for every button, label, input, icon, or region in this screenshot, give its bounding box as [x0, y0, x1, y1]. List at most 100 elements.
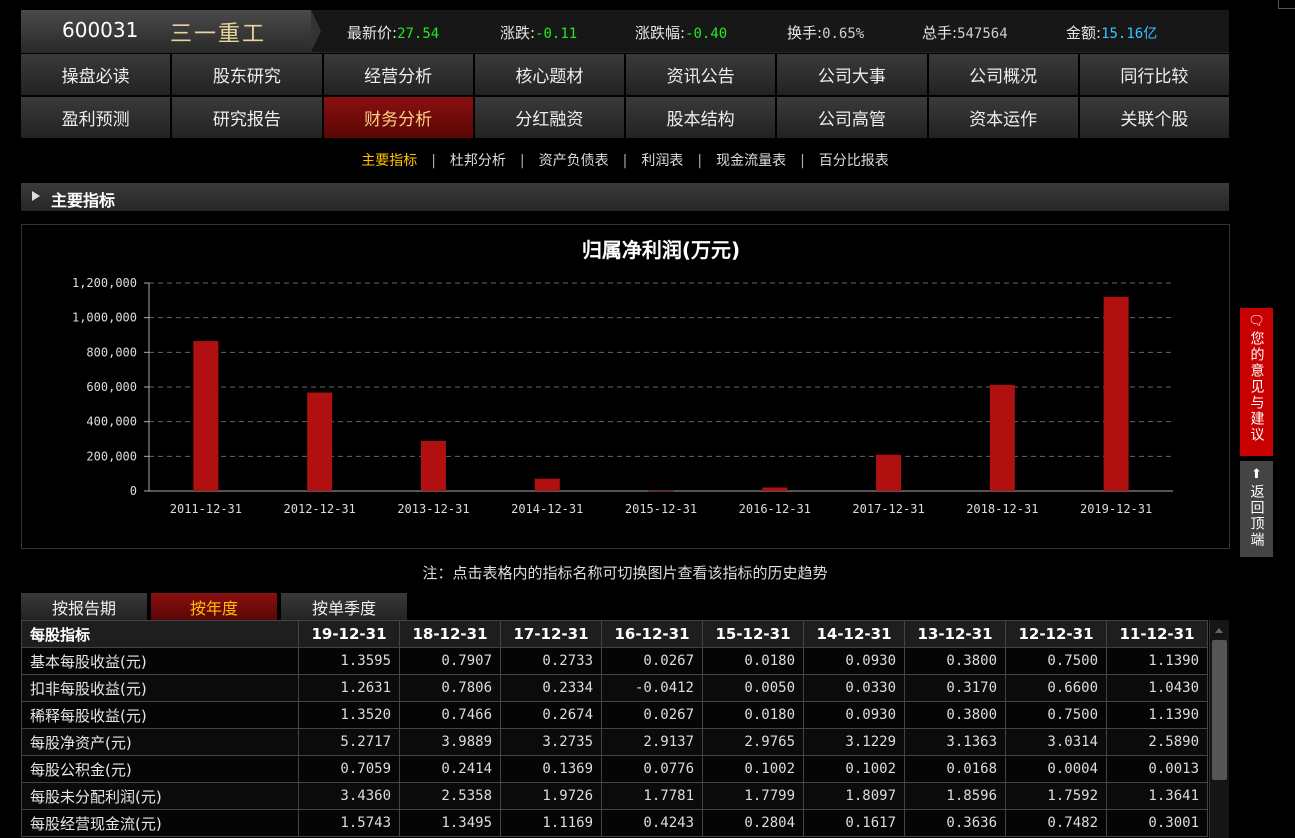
nav-tab[interactable]: 关联个股: [1079, 97, 1229, 138]
metric-value: 0.3001: [1106, 809, 1208, 837]
metric-value: 0.7907: [399, 647, 501, 675]
section-title: 主要指标: [51, 191, 116, 210]
bar[interactable]: [534, 478, 560, 491]
metric-value: 2.9765: [702, 728, 804, 756]
metric-value: 2.5358: [399, 782, 501, 810]
period-tab[interactable]: 按单季度: [281, 593, 407, 620]
tab-separator: |: [800, 153, 805, 169]
metric-value: 1.3595: [298, 647, 400, 675]
bar[interactable]: [420, 440, 446, 491]
metric-value: 3.9889: [399, 728, 501, 756]
nav-tab[interactable]: 公司大事: [777, 54, 927, 95]
y-tick-label: 1,200,000: [72, 276, 137, 290]
tab-separator: |: [519, 153, 525, 169]
sub-tab[interactable]: 资产负债表: [539, 153, 609, 169]
nav-tab[interactable]: 资本运作: [928, 97, 1078, 138]
nav-tab[interactable]: 公司高管: [777, 97, 927, 138]
metric-value: 1.2631: [298, 674, 400, 702]
metric-name[interactable]: 每股经营现金流(元): [21, 809, 299, 837]
column-header: 12-12-31: [1005, 620, 1107, 648]
chart-note: 注：点击表格内的指标名称可切换图片查看该指标的历史趋势: [422, 564, 828, 582]
sub-tab[interactable]: 主要指标: [361, 153, 417, 169]
bar[interactable]: [876, 454, 902, 491]
back-to-top-label: 返回顶端: [1248, 484, 1265, 548]
nav-tab[interactable]: 资讯公告: [626, 54, 776, 95]
nav-tab[interactable]: 盈利预测: [21, 97, 171, 138]
quote-value: 0.65%: [822, 26, 865, 42]
bar[interactable]: [193, 341, 219, 491]
sub-tab[interactable]: 杜邦分析: [450, 153, 506, 169]
table-scrollbar[interactable]: [1209, 620, 1229, 838]
x-tick-label: 2012-12-31: [284, 502, 356, 516]
metric-value: 1.1390: [1106, 701, 1208, 729]
nav-tab[interactable]: 经营分析: [323, 54, 473, 95]
bar[interactable]: [307, 392, 333, 491]
bar[interactable]: [1103, 296, 1129, 491]
metric-value: 0.0180: [702, 647, 804, 675]
chart-title: 归属净利润(万元): [582, 238, 740, 262]
metric-value: 1.3495: [399, 809, 501, 837]
table-row: 每股净资产(元) 5.2717 3.9889 3.2735 2.9137 2.9765 3.…: [21, 728, 1208, 756]
table-row: 扣非每股收益(元) 1.2631 0.7806 0.2334 -0.0412 0.0050…: [21, 674, 1208, 702]
metric-name[interactable]: 每股净资产(元): [21, 728, 299, 756]
metric-name[interactable]: 扣非每股收益(元): [21, 674, 299, 702]
net-profit-chart: 归属净利润(万元) 1,200,000 1,000,000 800,000 600,00…: [72, 238, 1173, 516]
metric-value: 0.0330: [803, 674, 905, 702]
metric-value: 0.3800: [904, 701, 1006, 729]
nav-tab[interactable]: 研究报告: [172, 97, 322, 138]
feedback-button[interactable]: 🗨 您的意见与建议: [1240, 308, 1273, 456]
metric-value: 1.8097: [803, 782, 905, 810]
section-header[interactable]: 主要指标: [21, 183, 1229, 211]
table-row: 每股未分配利润(元) 3.4360 2.5358 1.9726 1.7781 1.7799…: [21, 782, 1208, 810]
chart-container: 归属净利润(万元) 1,200,000 1,000,000 800,000 600,00…: [21, 224, 1230, 549]
metric-value: 0.0180: [702, 701, 804, 729]
metric-name[interactable]: 每股未分配利润(元): [21, 782, 299, 810]
x-tick-label: 2013-12-31: [397, 502, 469, 516]
metric-value: 0.0004: [1005, 755, 1107, 783]
nav-tab[interactable]: 财务分析: [323, 97, 473, 138]
metric-value: 1.1390: [1106, 647, 1208, 675]
y-tick-label: 1,000,000: [72, 311, 137, 325]
arrow-up-icon: ⬆: [1251, 467, 1262, 482]
bar[interactable]: [762, 487, 788, 491]
quote-item: 总手:547564: [922, 22, 1008, 43]
stock-name: 三一重工: [170, 22, 267, 47]
metric-value: 0.1002: [702, 755, 804, 783]
bar[interactable]: [648, 490, 674, 492]
metric-value: 5.2717: [298, 728, 400, 756]
nav-row-1: 操盘必读 股东研究 经营分析 核心题材 资讯公告 公司大事 公司概况 同行比较: [21, 54, 1229, 95]
nav-tab[interactable]: 公司概况: [928, 54, 1078, 95]
scroll-up-icon[interactable]: [1215, 628, 1223, 633]
x-tick-label: 2018-12-31: [966, 502, 1038, 516]
nav-tab[interactable]: 核心题材: [474, 54, 624, 95]
metric-value: 0.0930: [803, 701, 905, 729]
quote-label: 涨跌:: [500, 24, 536, 42]
quote-label: 最新价:: [347, 24, 398, 42]
nav-tab[interactable]: 操盘必读: [21, 54, 171, 95]
scroll-thumb[interactable]: [1212, 640, 1227, 780]
metric-value: 0.0267: [601, 701, 703, 729]
nav-tab[interactable]: 股东研究: [172, 54, 322, 95]
nav-tab[interactable]: 同行比较: [1079, 54, 1229, 95]
sub-tab[interactable]: 现金流量表: [716, 153, 786, 169]
nav-tab[interactable]: 股本结构: [626, 97, 776, 138]
metric-value: 0.7059: [298, 755, 400, 783]
sub-tab[interactable]: 利润表: [641, 153, 683, 169]
bar[interactable]: [989, 384, 1015, 491]
x-tick-label: 2014-12-31: [511, 502, 583, 516]
period-tab[interactable]: 按报告期: [21, 593, 147, 620]
metric-value: 3.1363: [904, 728, 1006, 756]
quote-value: 547564: [957, 26, 1008, 42]
nav-tab[interactable]: 分红融资: [474, 97, 624, 138]
metric-name[interactable]: 稀释每股收益(元): [21, 701, 299, 729]
sub-tab[interactable]: 百分比报表: [819, 153, 889, 169]
period-tab[interactable]: 按年度: [151, 593, 277, 620]
metric-name[interactable]: 基本每股收益(元): [21, 647, 299, 675]
back-to-top-button[interactable]: ⬆ 返回顶端: [1240, 461, 1273, 557]
metric-name[interactable]: 每股公积金(元): [21, 755, 299, 783]
table-row: 稀释每股收益(元) 1.3520 0.7466 0.2674 0.0267 0.0180 0…: [21, 701, 1208, 729]
metric-value: 0.7500: [1005, 701, 1107, 729]
metric-value: 0.0267: [601, 647, 703, 675]
tab-separator: |: [697, 153, 703, 169]
metric-value: 0.0776: [601, 755, 703, 783]
